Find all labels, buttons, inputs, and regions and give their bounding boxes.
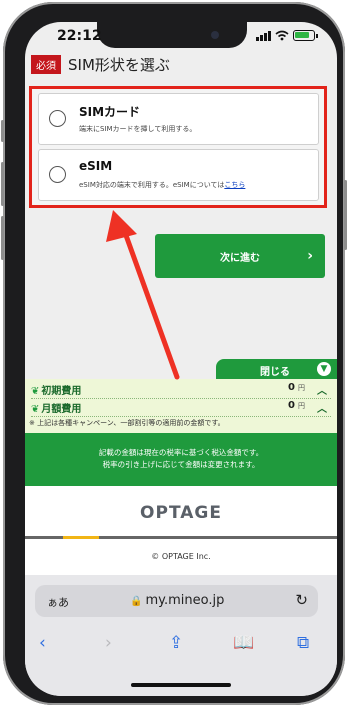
required-badge: 必須 [31, 55, 61, 74]
power-button [344, 180, 347, 250]
close-fee-panel-button[interactable]: 閉じる ▼ [216, 359, 337, 379]
tax-notice-line1: 記載の金額は現在の税率に基づく税込金額です。 [98, 448, 264, 457]
optage-logo: OPTAGE [140, 503, 222, 523]
fee-panel: ❦ 初期費用 0円 ︿ ❦ 月額費用 0円 ︿ ※ 上記は各種キャンペーン、一部割引… [25, 379, 337, 433]
option-desc: 端末にSIMカードを挿して利用する。 [79, 125, 197, 133]
status-time: 22:12 [57, 28, 102, 44]
back-icon[interactable]: ‹ [39, 633, 46, 653]
tax-notice: 記載の金額は現在の税率に基づく税込金額です。 税率の引き上げに応じて金額は変更さ… [25, 433, 337, 486]
footer-brand: OPTAGE [25, 486, 337, 538]
chevron-right-icon: › [307, 248, 313, 264]
close-label: 閉じる [260, 367, 290, 378]
tabs-icon[interactable]: ⧉ [297, 633, 309, 653]
status-icons [256, 30, 318, 41]
fee-row-initial[interactable]: ❦ 初期費用 0円 ︿ [31, 382, 331, 399]
radio-sim-card[interactable] [49, 110, 66, 127]
radio-esim[interactable] [49, 166, 66, 183]
option-esim[interactable]: eSIM eSIM対応の端末で利用する。eSIMについてはこちら [38, 149, 319, 201]
fee-note: ※ 上記は各種キャンペーン、一部割引等の適用前の金額です。 [29, 419, 225, 427]
esim-info-link[interactable]: こちら [224, 181, 245, 189]
phone-frame: 22:12 必須 SIM形状を選ぶ SIMカード 端末にSIMカードを挿して利用… [1, 2, 347, 705]
bookmarks-icon[interactable]: 📖 [233, 633, 254, 653]
leaf-icon: ❦ [31, 386, 40, 397]
mute-switch [1, 120, 4, 142]
next-button-label: 次に進む [220, 252, 260, 264]
notch [97, 22, 247, 48]
lock-icon: 🔒 [130, 596, 143, 607]
address-bar[interactable]: ぁあ 🔒 my.mineo.jp ↻ [35, 585, 318, 617]
leaf-icon: ❦ [31, 404, 40, 415]
tax-notice-line2: 税率の引き上げに応じて金額は変更されます。 [102, 460, 260, 469]
chevron-up-icon[interactable]: ︿ [317, 400, 327, 415]
option-title: eSIM [79, 159, 113, 173]
browser-chrome: ぁあ 🔒 my.mineo.jp ↻ ‹ › ⇪ 📖 ⧉ [25, 575, 337, 696]
chevron-down-icon: ▼ [317, 362, 331, 376]
forward-icon[interactable]: › [105, 633, 112, 653]
option-title: SIMカード [79, 105, 141, 119]
fee-label: 月額費用 [41, 404, 82, 415]
volume-down-button [1, 216, 4, 260]
wifi-icon [275, 30, 289, 41]
copyright: © OPTAGE Inc. [25, 539, 337, 575]
section-header: 必須 SIM形状を選ぶ [31, 54, 170, 75]
share-icon[interactable]: ⇪ [169, 633, 183, 653]
option-sim-card[interactable]: SIMカード 端末にSIMカードを挿して利用する。 [38, 93, 319, 145]
browser-toolbar: ‹ › ⇪ 📖 ⧉ [25, 633, 337, 663]
screen: 22:12 必須 SIM形状を選ぶ SIMカード 端末にSIMカードを挿して利用… [25, 22, 337, 696]
fee-amount: 0円 [288, 382, 305, 393]
home-indicator [131, 683, 231, 687]
reload-icon[interactable]: ↻ [295, 591, 308, 609]
signal-icon [256, 30, 271, 41]
url-field[interactable]: 🔒 my.mineo.jp [130, 593, 224, 608]
fee-row-monthly[interactable]: ❦ 月額費用 0円 ︿ [31, 400, 331, 417]
option-desc: eSIM対応の端末で利用する。eSIMについてはこちら [79, 181, 246, 189]
chevron-up-icon[interactable]: ︿ [317, 382, 327, 397]
text-size-button[interactable]: ぁあ [47, 594, 69, 610]
battery-icon [293, 30, 318, 41]
sim-type-options: SIMカード 端末にSIMカードを挿して利用する。 eSIM eSIM対応の端末… [29, 86, 327, 208]
volume-up-button [1, 162, 4, 206]
fee-amount: 0円 [288, 400, 305, 411]
camera [211, 31, 219, 39]
fee-label: 初期費用 [41, 386, 82, 397]
next-button[interactable]: 次に進む › [155, 234, 325, 278]
section-title: SIM形状を選ぶ [68, 56, 170, 74]
